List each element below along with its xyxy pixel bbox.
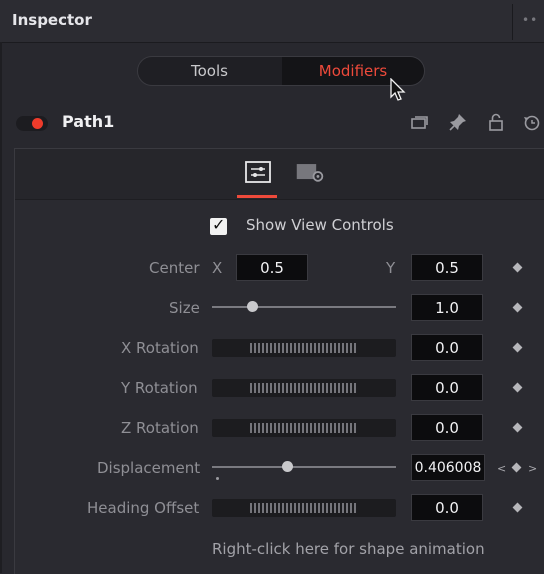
thumbwheel-ticks [250,503,358,513]
tab-tools[interactable]: Tools [138,57,281,85]
z-rotation-thumbwheel[interactable] [212,419,396,437]
inspector-titlebar: Inspector •• [0,0,544,43]
next-keyframe-icon[interactable]: > [528,462,537,475]
active-tab-indicator [237,195,277,198]
center-x-field[interactable]: 0.5 [236,254,308,281]
size-label: Size [169,299,200,317]
heading-offset-field[interactable]: 0.0 [411,494,483,521]
size-field[interactable]: 1.0 [411,294,483,321]
shape-animation-hint[interactable]: Right-click here for shape animation [212,540,485,558]
center-label: Center [149,259,200,277]
x-rotation-thumbwheel[interactable] [212,339,396,357]
displacement-slider[interactable] [212,466,396,468]
controls-icon[interactable] [243,159,273,185]
heading-offset-label: Heading Offset [87,499,200,517]
reset-icon[interactable] [522,112,542,132]
versions-icon[interactable] [410,112,430,132]
node-name: Path1 [62,112,115,131]
ellipsis-icon[interactable]: •• [522,13,538,27]
center-y-label: Y [386,259,396,277]
node-icon-group [404,112,544,136]
show-view-controls-label: Show View Controls [246,216,394,234]
node-enable-toggle[interactable] [16,116,48,131]
thumbwheel-ticks [250,343,358,353]
displacement-slider-thumb[interactable] [281,461,293,472]
y-rotation-label: Y Rotation [121,379,198,397]
node-header: Path1 [0,108,544,138]
thumbwheel-ticks [250,383,358,393]
window-title: Inspector [12,11,92,29]
toggle-dot [32,118,43,129]
prev-keyframe-icon[interactable]: < [497,462,506,475]
lock-icon[interactable] [486,112,506,132]
center-x-label: X [212,259,223,277]
default-value-marker [216,477,219,480]
settings-icon[interactable] [295,159,325,185]
heading-offset-thumbwheel[interactable] [212,499,396,517]
x-rotation-field[interactable]: 0.0 [411,334,483,361]
center-y-field[interactable]: 0.5 [411,254,483,281]
size-slider[interactable] [212,306,396,308]
show-view-controls-checkbox[interactable]: ✓ [210,215,227,235]
mouse-cursor-icon [390,78,406,101]
displacement-label: Displacement [97,459,201,477]
panel-tab-bar [15,149,544,200]
x-rotation-label: X Rotation [121,339,199,357]
z-rotation-field[interactable]: 0.0 [411,414,483,441]
pin-icon[interactable] [448,112,468,132]
y-rotation-field[interactable]: 0.0 [411,374,483,401]
inspector-tab-switch: Tools Modifiers [137,56,425,86]
thumbwheel-ticks [250,423,358,433]
y-rotation-thumbwheel[interactable] [212,379,396,397]
titlebar-divider [512,4,513,40]
z-rotation-label: Z Rotation [121,419,199,437]
displacement-field[interactable]: 0.406008 [411,454,485,481]
